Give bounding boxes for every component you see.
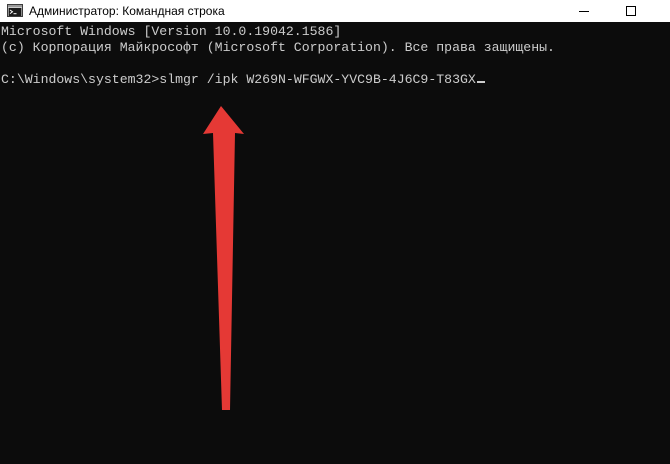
- minimize-button[interactable]: [562, 0, 606, 22]
- command-prompt-window: Администратор: Командная строка Microsof…: [0, 0, 670, 464]
- command-line[interactable]: C:\Windows\system32>slmgr /ipk W269N-WFG…: [1, 72, 485, 88]
- title-bar[interactable]: Администратор: Командная строка: [0, 0, 670, 22]
- text-cursor: [476, 81, 485, 83]
- maximize-icon: [626, 6, 636, 16]
- command-text: slmgr /ipk W269N-WFGWX-YVC9B-4J6C9-T83GX: [159, 72, 476, 87]
- minimize-icon: [579, 11, 589, 12]
- prompt-path: C:\Windows\system32>: [1, 72, 160, 87]
- maximize-button[interactable]: [609, 0, 653, 22]
- version-line: Microsoft Windows [Version 10.0.19042.15…: [1, 24, 342, 39]
- cmd-icon: [7, 4, 23, 17]
- copyright-line: (c) Корпорация Майкрософт (Microsoft Cor…: [1, 40, 555, 55]
- console-output[interactable]: Microsoft Windows [Version 10.0.19042.15…: [0, 22, 670, 464]
- window-title: Администратор: Командная строка: [29, 4, 225, 18]
